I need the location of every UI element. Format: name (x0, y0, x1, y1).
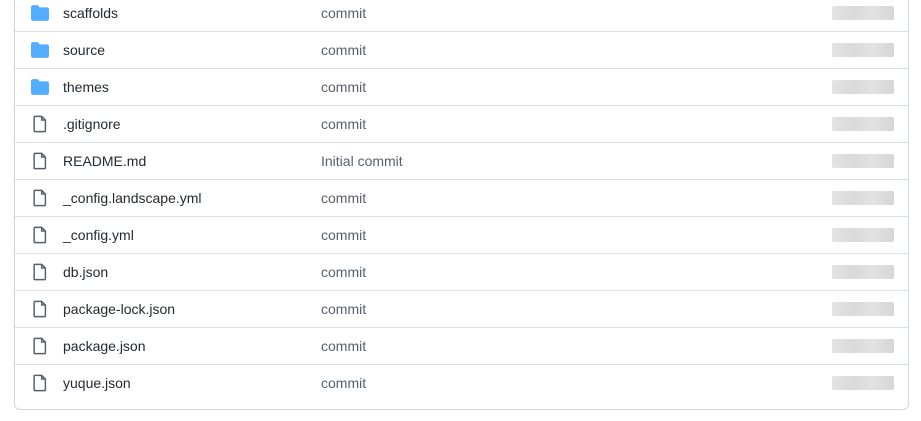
commit-age-blurred (832, 228, 894, 242)
file-icon (33, 115, 47, 133)
commit-age-blurred (832, 376, 894, 390)
file-name-link[interactable]: package.json (63, 328, 146, 364)
repo-file-table: scaffolds commit source commit themes co… (14, 0, 909, 410)
file-icon (33, 152, 47, 170)
file-name-link[interactable]: yuque.json (63, 365, 131, 401)
table-row[interactable]: themes commit (15, 68, 908, 105)
folder-icon (31, 42, 49, 58)
commit-age-blurred (832, 302, 894, 316)
commit-message-link[interactable]: commit (321, 217, 366, 253)
commit-age-blurred (832, 154, 894, 168)
commit-age-blurred (832, 191, 894, 205)
file-name-link[interactable]: package-lock.json (63, 291, 175, 327)
commit-message-link[interactable]: commit (321, 254, 366, 290)
commit-age-blurred (832, 265, 894, 279)
table-row[interactable]: _config.landscape.yml commit (15, 179, 908, 216)
table-row[interactable]: source commit (15, 31, 908, 68)
table-row[interactable]: package.json commit (15, 327, 908, 364)
file-icon (33, 226, 47, 244)
file-icon (33, 263, 47, 281)
commit-age-blurred (832, 80, 894, 94)
commit-message-link[interactable]: commit (321, 291, 366, 327)
file-name-link[interactable]: themes (63, 69, 109, 105)
commit-message-link[interactable]: commit (321, 328, 366, 364)
folder-icon (31, 79, 49, 95)
file-browser-page: scaffolds commit source commit themes co… (0, 0, 921, 421)
file-icon (33, 189, 47, 207)
file-name-link[interactable]: _config.yml (63, 217, 134, 253)
file-name-link[interactable]: source (63, 32, 105, 68)
file-name-link[interactable]: scaffolds (63, 0, 118, 31)
folder-icon (31, 5, 49, 21)
table-row[interactable]: README.md Initial commit (15, 142, 908, 179)
file-icon (33, 300, 47, 318)
table-row[interactable]: _config.yml commit (15, 216, 908, 253)
commit-age-blurred (832, 339, 894, 353)
table-row[interactable]: yuque.json commit (15, 364, 908, 401)
commit-message-link[interactable]: Initial commit (321, 143, 403, 179)
commit-message-link[interactable]: commit (321, 180, 366, 216)
file-icon (33, 374, 47, 392)
commit-age-blurred (832, 6, 894, 20)
commit-message-link[interactable]: commit (321, 32, 366, 68)
file-icon (33, 337, 47, 355)
commit-message-link[interactable]: commit (321, 365, 366, 401)
commit-message-link[interactable]: commit (321, 106, 366, 142)
commit-message-link[interactable]: commit (321, 0, 366, 31)
table-row[interactable]: package-lock.json commit (15, 290, 908, 327)
file-name-link[interactable]: _config.landscape.yml (63, 180, 202, 216)
table-row[interactable]: scaffolds commit (15, 0, 908, 31)
file-name-link[interactable]: README.md (63, 143, 146, 179)
file-name-link[interactable]: .gitignore (63, 106, 121, 142)
commit-age-blurred (832, 117, 894, 131)
commit-message-link[interactable]: commit (321, 69, 366, 105)
file-name-link[interactable]: db.json (63, 254, 108, 290)
table-row[interactable]: db.json commit (15, 253, 908, 290)
table-row[interactable]: .gitignore commit (15, 105, 908, 142)
commit-age-blurred (832, 43, 894, 57)
